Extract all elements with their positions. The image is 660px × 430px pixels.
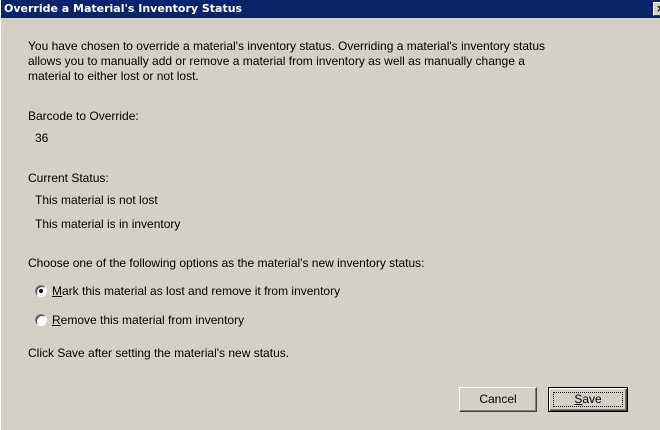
radio-unselected[interactable]	[35, 314, 47, 326]
save-button[interactable]: Save	[548, 387, 628, 412]
lost-status-text: This material is not lost	[35, 193, 158, 207]
option-label[interactable]: Mark this material as lost and remove it…	[52, 284, 340, 299]
intro-text: You have chosen to override a material's…	[28, 39, 648, 84]
dialog-title: Override a Material's Inventory Status	[4, 2, 243, 15]
intro-line: allows you to manually add or remove a m…	[28, 54, 525, 68]
radio-selected[interactable]	[35, 285, 47, 297]
intro-line: material to either lost or not lost.	[28, 69, 199, 83]
footer-hint: Click Save after setting the material's …	[28, 346, 290, 360]
intro-line: You have chosen to override a material's…	[28, 39, 546, 53]
cancel-button[interactable]: Cancel	[459, 387, 537, 412]
close-icon[interactable]: ×	[653, 2, 660, 16]
options-prompt: Choose one of the following options as t…	[28, 256, 425, 270]
current-status-label: Current Status:	[28, 171, 109, 185]
radio-dot	[39, 289, 43, 293]
barcode-value: 36	[35, 131, 49, 145]
dialog-window: Override a Material's Inventory Status ×…	[0, 0, 660, 430]
barcode-label: Barcode to Override:	[28, 109, 139, 123]
inventory-status-text: This material is in inventory	[35, 217, 181, 231]
option-label[interactable]: Remove this material from inventory	[52, 313, 244, 328]
title-bar[interactable]: Override a Material's Inventory Status ×	[1, 0, 660, 18]
